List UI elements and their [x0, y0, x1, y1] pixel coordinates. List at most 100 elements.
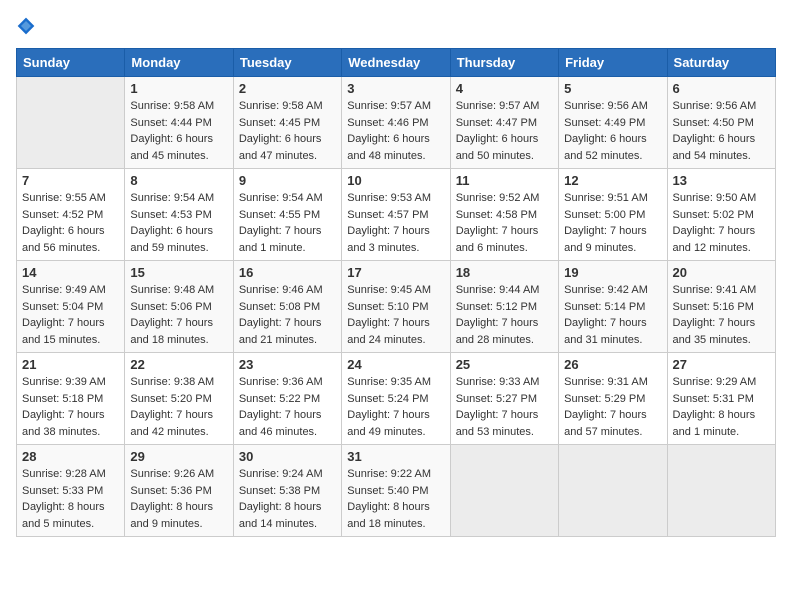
calendar-cell: 31 Sunrise: 9:22 AMSunset: 5:40 PMDayligh…	[342, 445, 450, 537]
day-number: 11	[456, 173, 553, 188]
day-info: Sunrise: 9:56 AMSunset: 4:50 PMDaylight:…	[673, 98, 770, 164]
calendar-week-row: 1 Sunrise: 9:58 AMSunset: 4:44 PMDaylight…	[17, 77, 776, 169]
calendar-cell: 15 Sunrise: 9:48 AMSunset: 5:06 PMDayligh…	[125, 261, 233, 353]
day-number: 13	[673, 173, 770, 188]
calendar-cell: 29 Sunrise: 9:26 AMSunset: 5:36 PMDayligh…	[125, 445, 233, 537]
calendar-cell: 30 Sunrise: 9:24 AMSunset: 5:38 PMDayligh…	[233, 445, 341, 537]
calendar-cell: 16 Sunrise: 9:46 AMSunset: 5:08 PMDayligh…	[233, 261, 341, 353]
calendar-cell: 19 Sunrise: 9:42 AMSunset: 5:14 PMDayligh…	[559, 261, 667, 353]
day-info: Sunrise: 9:26 AMSunset: 5:36 PMDaylight:…	[130, 466, 227, 532]
day-info: Sunrise: 9:58 AMSunset: 4:44 PMDaylight:…	[130, 98, 227, 164]
day-number: 5	[564, 81, 661, 96]
day-number: 4	[456, 81, 553, 96]
day-info: Sunrise: 9:24 AMSunset: 5:38 PMDaylight:…	[239, 466, 336, 532]
day-number: 3	[347, 81, 444, 96]
calendar-cell: 5 Sunrise: 9:56 AMSunset: 4:49 PMDaylight…	[559, 77, 667, 169]
day-info: Sunrise: 9:53 AMSunset: 4:57 PMDaylight:…	[347, 190, 444, 256]
day-number: 6	[673, 81, 770, 96]
calendar-cell: 25 Sunrise: 9:33 AMSunset: 5:27 PMDayligh…	[450, 353, 558, 445]
day-number: 26	[564, 357, 661, 372]
day-number: 25	[456, 357, 553, 372]
calendar-cell	[559, 445, 667, 537]
day-number: 19	[564, 265, 661, 280]
weekday-header: Sunday	[17, 49, 125, 77]
day-number: 28	[22, 449, 119, 464]
calendar-cell: 13 Sunrise: 9:50 AMSunset: 5:02 PMDayligh…	[667, 169, 775, 261]
day-info: Sunrise: 9:31 AMSunset: 5:29 PMDaylight:…	[564, 374, 661, 440]
day-info: Sunrise: 9:38 AMSunset: 5:20 PMDaylight:…	[130, 374, 227, 440]
calendar-week-row: 7Sunrise: 9:55 AMSunset: 4:52 PMDaylight…	[17, 169, 776, 261]
day-info: Sunrise: 9:41 AMSunset: 5:16 PMDaylight:…	[673, 282, 770, 348]
day-number: 7	[22, 173, 119, 188]
day-info: Sunrise: 9:52 AMSunset: 4:58 PMDaylight:…	[456, 190, 553, 256]
calendar-cell: 2Sunrise: 9:58 AMSunset: 4:45 PMDaylight…	[233, 77, 341, 169]
day-number: 30	[239, 449, 336, 464]
day-info: Sunrise: 9:57 AMSunset: 4:46 PMDaylight:…	[347, 98, 444, 164]
day-number: 14	[22, 265, 119, 280]
calendar-cell: 4Sunrise: 9:57 AMSunset: 4:47 PMDaylight…	[450, 77, 558, 169]
weekday-header: Friday	[559, 49, 667, 77]
day-number: 17	[347, 265, 444, 280]
day-info: Sunrise: 9:29 AMSunset: 5:31 PMDaylight:…	[673, 374, 770, 440]
day-info: Sunrise: 9:22 AMSunset: 5:40 PMDaylight:…	[347, 466, 444, 532]
calendar-cell: 10Sunrise: 9:53 AMSunset: 4:57 PMDayligh…	[342, 169, 450, 261]
logo	[16, 16, 40, 36]
day-number: 12	[564, 173, 661, 188]
calendar-cell: 24 Sunrise: 9:35 AMSunset: 5:24 PMDayligh…	[342, 353, 450, 445]
logo-icon	[16, 16, 36, 36]
day-number: 31	[347, 449, 444, 464]
calendar-cell	[450, 445, 558, 537]
calendar-cell: 22 Sunrise: 9:38 AMSunset: 5:20 PMDayligh…	[125, 353, 233, 445]
calendar-cell: 26 Sunrise: 9:31 AMSunset: 5:29 PMDayligh…	[559, 353, 667, 445]
day-info: Sunrise: 9:51 AMSunset: 5:00 PMDaylight:…	[564, 190, 661, 256]
calendar-cell: 21 Sunrise: 9:39 AMSunset: 5:18 PMDayligh…	[17, 353, 125, 445]
day-number: 21	[22, 357, 119, 372]
day-info: Sunrise: 9:35 AMSunset: 5:24 PMDaylight:…	[347, 374, 444, 440]
weekday-header: Saturday	[667, 49, 775, 77]
day-number: 1	[130, 81, 227, 96]
calendar-cell: 18 Sunrise: 9:44 AMSunset: 5:12 PMDayligh…	[450, 261, 558, 353]
weekday-header: Thursday	[450, 49, 558, 77]
calendar-cell: 28 Sunrise: 9:28 AMSunset: 5:33 PMDayligh…	[17, 445, 125, 537]
day-info: Sunrise: 9:56 AMSunset: 4:49 PMDaylight:…	[564, 98, 661, 164]
calendar-cell: 17 Sunrise: 9:45 AMSunset: 5:10 PMDayligh…	[342, 261, 450, 353]
day-number: 24	[347, 357, 444, 372]
page-header	[16, 16, 776, 36]
day-info: Sunrise: 9:45 AMSunset: 5:10 PMDaylight:…	[347, 282, 444, 348]
day-number: 23	[239, 357, 336, 372]
day-info: Sunrise: 9:50 AMSunset: 5:02 PMDaylight:…	[673, 190, 770, 256]
day-info: Sunrise: 9:39 AMSunset: 5:18 PMDaylight:…	[22, 374, 119, 440]
calendar-cell: 23 Sunrise: 9:36 AMSunset: 5:22 PMDayligh…	[233, 353, 341, 445]
day-number: 29	[130, 449, 227, 464]
day-info: Sunrise: 9:58 AMSunset: 4:45 PMDaylight:…	[239, 98, 336, 164]
day-number: 20	[673, 265, 770, 280]
calendar-cell: 27Sunrise: 9:29 AMSunset: 5:31 PMDayligh…	[667, 353, 775, 445]
calendar-table: SundayMondayTuesdayWednesdayThursdayFrid…	[16, 48, 776, 537]
day-info: Sunrise: 9:44 AMSunset: 5:12 PMDaylight:…	[456, 282, 553, 348]
day-info: Sunrise: 9:33 AMSunset: 5:27 PMDaylight:…	[456, 374, 553, 440]
weekday-header: Tuesday	[233, 49, 341, 77]
calendar-week-row: 14 Sunrise: 9:49 AMSunset: 5:04 PMDayligh…	[17, 261, 776, 353]
calendar-cell: 20 Sunrise: 9:41 AMSunset: 5:16 PMDayligh…	[667, 261, 775, 353]
day-number: 22	[130, 357, 227, 372]
day-number: 15	[130, 265, 227, 280]
day-info: Sunrise: 9:42 AMSunset: 5:14 PMDaylight:…	[564, 282, 661, 348]
calendar-cell: 6 Sunrise: 9:56 AMSunset: 4:50 PMDaylight…	[667, 77, 775, 169]
calendar-cell	[667, 445, 775, 537]
day-number: 9	[239, 173, 336, 188]
day-info: Sunrise: 9:49 AMSunset: 5:04 PMDaylight:…	[22, 282, 119, 348]
calendar-cell: 3 Sunrise: 9:57 AMSunset: 4:46 PMDaylight…	[342, 77, 450, 169]
day-info: Sunrise: 9:54 AMSunset: 4:55 PMDaylight:…	[239, 190, 336, 256]
day-info: Sunrise: 9:28 AMSunset: 5:33 PMDaylight:…	[22, 466, 119, 532]
day-number: 18	[456, 265, 553, 280]
day-info: Sunrise: 9:48 AMSunset: 5:06 PMDaylight:…	[130, 282, 227, 348]
day-number: 16	[239, 265, 336, 280]
calendar-week-row: 28 Sunrise: 9:28 AMSunset: 5:33 PMDayligh…	[17, 445, 776, 537]
header-row: SundayMondayTuesdayWednesdayThursdayFrid…	[17, 49, 776, 77]
day-info: Sunrise: 9:36 AMSunset: 5:22 PMDaylight:…	[239, 374, 336, 440]
day-info: Sunrise: 9:46 AMSunset: 5:08 PMDaylight:…	[239, 282, 336, 348]
calendar-cell: 8Sunrise: 9:54 AMSunset: 4:53 PMDaylight…	[125, 169, 233, 261]
day-info: Sunrise: 9:54 AMSunset: 4:53 PMDaylight:…	[130, 190, 227, 256]
calendar-cell: 14 Sunrise: 9:49 AMSunset: 5:04 PMDayligh…	[17, 261, 125, 353]
calendar-cell	[17, 77, 125, 169]
